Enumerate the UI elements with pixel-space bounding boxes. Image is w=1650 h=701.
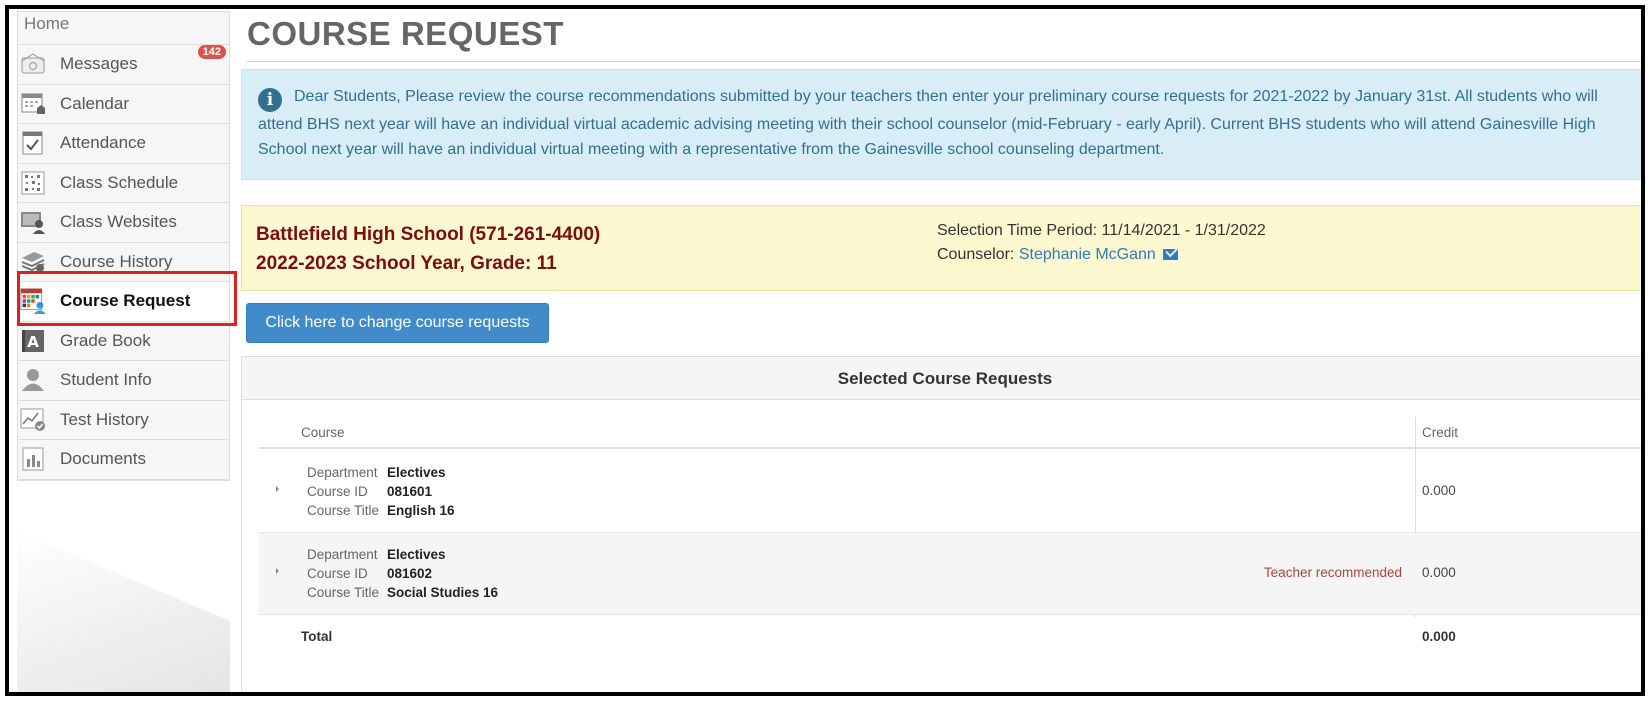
selection-info: Selection Time Period: 11/14/2021 - 1/31…	[937, 219, 1266, 267]
table-header: Course Credit	[259, 417, 1641, 449]
course-requests-table: Course Credit Department Electives Course…	[259, 417, 1641, 659]
department-label: Department	[307, 547, 378, 562]
expand-caret-icon[interactable]	[276, 568, 279, 574]
total-label: Total	[301, 629, 333, 644]
course-id-label: Course ID	[307, 566, 368, 581]
sidebar-item-messages[interactable]: Messages 142	[18, 45, 229, 85]
page-title: COURSE REQUEST	[247, 15, 564, 52]
school-name: Battlefield High School (571-261-4400)	[256, 224, 601, 245]
department-label: Department	[307, 465, 378, 480]
info-icon: i	[258, 88, 282, 112]
sidebar-item-attendance[interactable]: Attendance	[18, 124, 229, 164]
sidebar-item-label: Attendance	[60, 133, 147, 153]
course-fields: Department Electives Course ID 081601 Cour…	[307, 463, 455, 520]
course-id-value: 081602	[387, 566, 433, 581]
sidebar-item-label: Class Schedule	[60, 172, 179, 192]
total-row: Total 0.000	[259, 615, 1641, 659]
table-row[interactable]: Department Electives Course ID 081602 Cour…	[259, 533, 1641, 615]
column-header-course: Course	[301, 425, 345, 440]
school-name-block: Battlefield High School (571-261-4400) 2…	[256, 220, 600, 278]
sidebar-item-student-info[interactable]: Student Info	[18, 361, 229, 401]
sidebar-item-label: Calendar	[60, 93, 129, 113]
sidebar-item-label: Documents	[60, 449, 146, 469]
teacher-recommended-note: Teacher recommended	[1263, 565, 1402, 580]
sidebar-item-grade-book[interactable]: A Grade Book	[18, 321, 229, 361]
info-alert: i Dear Students, Please review the course…	[241, 69, 1641, 180]
panel-title: Selected Course Requests	[242, 357, 1641, 400]
course-title-label: Course Title	[307, 503, 380, 518]
sidebar-item-home[interactable]: Home	[18, 12, 229, 45]
sidebar-item-class-websites[interactable]: Class Websites	[18, 203, 229, 243]
mail-icon[interactable]	[1163, 249, 1179, 260]
column-header-credit: Credit	[1422, 425, 1459, 440]
test-history-icon	[20, 407, 46, 433]
sidebar-item-documents[interactable]: Documents	[18, 440, 229, 480]
sidebar-item-label: Student Info	[60, 370, 152, 390]
sidebar-decoration	[17, 531, 230, 692]
counselor-line: Counselor: Stephanie McGann	[937, 243, 1266, 267]
total-credit: 0.000	[1422, 629, 1456, 644]
attendance-icon	[20, 130, 46, 156]
svg-text:A: A	[27, 333, 39, 351]
sidebar-nav: Home Messages 142 Calendar Attendance Cl…	[17, 11, 230, 481]
credit-value: 0.000	[1422, 565, 1456, 580]
sidebar-item-label: Messages	[60, 54, 138, 74]
schedule-icon	[20, 170, 46, 196]
envelope-icon	[20, 51, 46, 77]
selected-course-requests-panel: Selected Course Requests Course Credit D…	[241, 356, 1641, 692]
sidebar-item-label: Class Websites	[60, 212, 177, 232]
table-row[interactable]: Department Electives Course ID 081601 Cour…	[259, 451, 1641, 533]
selection-time-period: Selection Time Period: 11/14/2021 - 1/31…	[937, 222, 1266, 239]
title-divider	[247, 61, 1641, 62]
sidebar-item-label: Grade Book	[60, 330, 151, 350]
course-id-label: Course ID	[307, 484, 368, 499]
school-year-grade: 2022-2023 School Year, Grade: 11	[256, 253, 557, 274]
course-title-value: Social Studies 16	[387, 585, 499, 600]
counselor-link[interactable]: Stephanie McGann	[1019, 246, 1156, 263]
change-course-requests-button[interactable]: Click here to change course requests	[246, 303, 549, 343]
main-content: COURSE REQUEST i Dear Students, Please re…	[239, 9, 1641, 692]
sidebar-item-class-schedule[interactable]: Class Schedule	[18, 163, 229, 203]
sidebar-item-label: Test History	[60, 409, 149, 429]
sidebar-item-test-history[interactable]: Test History	[18, 400, 229, 440]
school-banner: Battlefield High School (571-261-4400) 2…	[241, 205, 1641, 291]
course-title-value: English 16	[387, 503, 455, 518]
calendar-icon	[20, 91, 46, 117]
app-frame: Home Messages 142 Calendar Attendance Cl…	[5, 5, 1645, 696]
counselor-label: Counselor:	[937, 246, 1015, 263]
sidebar: Home Messages 142 Calendar Attendance Cl…	[17, 11, 230, 692]
sidebar-item-label: Course History	[60, 251, 173, 271]
sidebar-item-calendar[interactable]: Calendar	[18, 84, 229, 124]
student-icon	[20, 367, 46, 393]
course-request-highlight	[17, 271, 237, 326]
course-id-value: 081601	[387, 484, 433, 499]
course-fields: Department Electives Course ID 081602 Cour…	[307, 545, 498, 602]
department-value: Electives	[387, 547, 446, 562]
websites-icon	[20, 209, 46, 235]
gradebook-icon: A	[20, 328, 46, 354]
documents-icon	[20, 446, 46, 472]
department-value: Electives	[387, 465, 446, 480]
messages-count-badge: 142	[197, 45, 226, 59]
course-title-label: Course Title	[307, 585, 380, 600]
info-text: Dear Students, Please review the course …	[258, 88, 1598, 158]
credit-value: 0.000	[1422, 483, 1456, 498]
expand-caret-icon[interactable]	[276, 486, 279, 492]
